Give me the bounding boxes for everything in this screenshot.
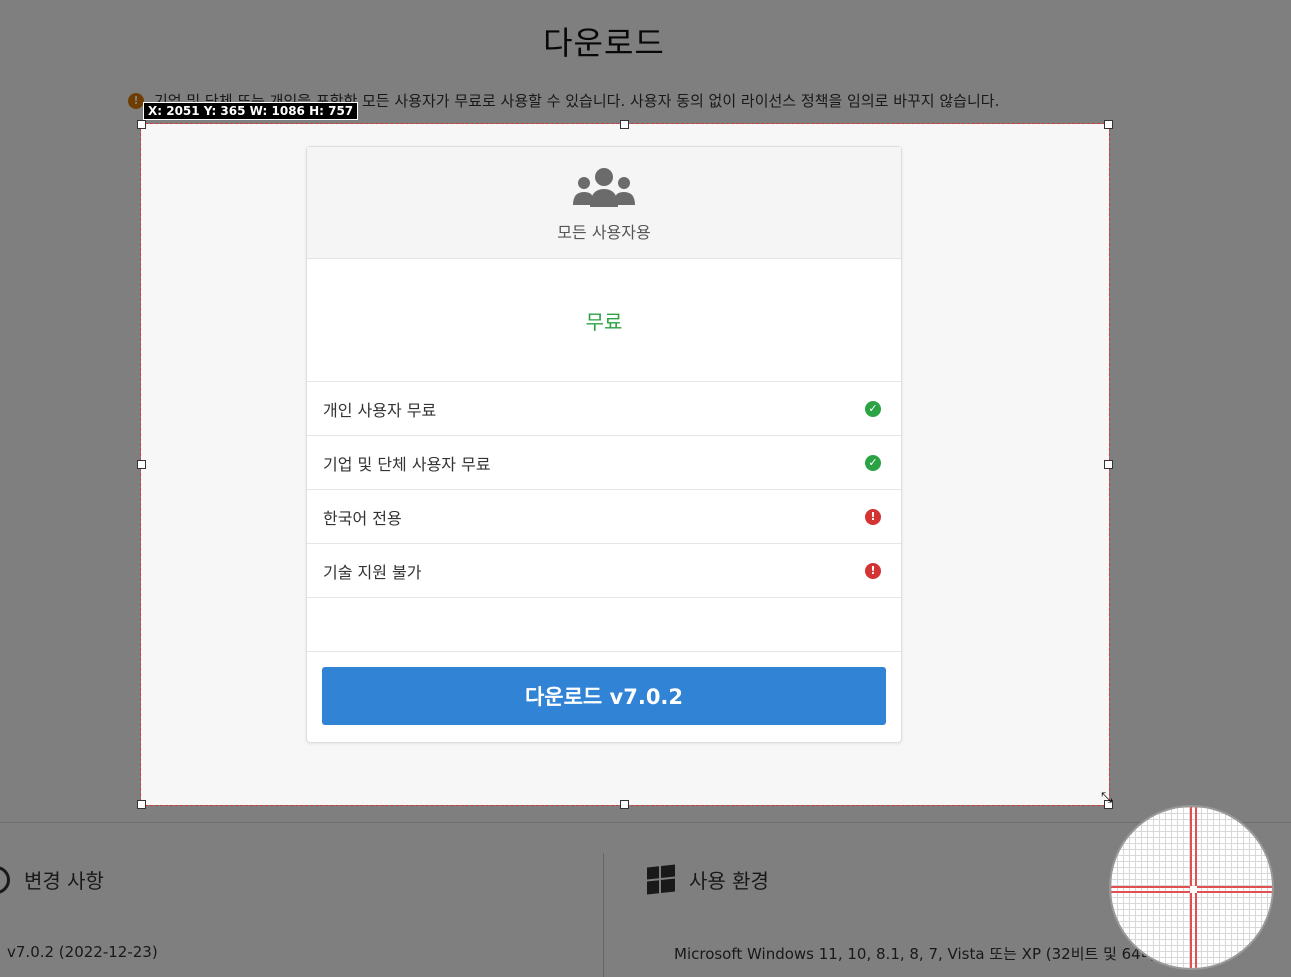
- exclamation-circle-icon: !: [865, 562, 881, 579]
- history-version[interactable]: v7.0.2 (2022-12-23): [7, 943, 158, 961]
- users-icon: [573, 168, 635, 207]
- capture-selection[interactable]: 모든 사용자용 무료 개인 사용자 무료 ✓ 기업 및 단체 사용자 무료 ✓ …: [140, 123, 1110, 806]
- environment-title: 사용 환경: [647, 864, 769, 895]
- price-label: 무료: [585, 309, 623, 334]
- history-title-label: 변경 사항: [24, 869, 104, 893]
- feature-label: 기업 및 단체 사용자 무료: [323, 454, 491, 474]
- feature-label: 기술 지원 불가: [323, 562, 422, 582]
- exclamation-circle-icon: !: [865, 508, 881, 525]
- feature-label: 한국어 전용: [323, 508, 402, 528]
- feature-label: 개인 사용자 무료: [323, 400, 437, 420]
- feature-row: 한국어 전용 !: [307, 490, 901, 544]
- history-title: 변경 사항: [0, 865, 104, 894]
- environment-title-label: 사용 환경: [689, 869, 769, 893]
- warning-icon: !: [128, 92, 144, 109]
- check-circle-icon: ✓: [865, 400, 881, 417]
- resize-handle-top[interactable]: [620, 120, 629, 129]
- download-button-wrap: 다운로드 v7.0.2: [307, 652, 901, 725]
- resize-cursor-icon: ⤡: [1101, 790, 1113, 806]
- magnifier-center: [1190, 886, 1197, 893]
- download-button[interactable]: 다운로드 v7.0.2: [322, 667, 886, 725]
- feature-row: 개인 사용자 무료 ✓: [307, 382, 901, 436]
- selection-size-readout: X: 2051 Y: 365 W: 1086 H: 757: [143, 102, 359, 120]
- page-title: 다운로드: [543, 24, 665, 62]
- empty-row: [307, 598, 901, 652]
- download-card: 모든 사용자용 무료 개인 사용자 무료 ✓ 기업 및 단체 사용자 무료 ✓ …: [306, 146, 902, 743]
- environment-value: Microsoft Windows 11, 10, 8.1, 8, 7, Vis…: [674, 945, 1169, 963]
- resize-handle-right[interactable]: [1104, 460, 1113, 469]
- resize-handle-top-right[interactable]: [1104, 120, 1113, 129]
- windows-icon: [647, 864, 675, 895]
- bottom-divider: [603, 853, 604, 977]
- check-circle-icon: ✓: [865, 454, 881, 471]
- magnifier-loupe: [1109, 805, 1274, 970]
- price-section: 무료: [307, 259, 901, 382]
- feature-row: 기업 및 단체 사용자 무료 ✓: [307, 436, 901, 490]
- resize-handle-left[interactable]: [137, 460, 146, 469]
- clock-icon: [0, 865, 10, 894]
- resize-handle-bottom[interactable]: [620, 800, 629, 809]
- resize-handle-bottom-left[interactable]: [137, 800, 146, 809]
- bottom-info: 변경 사항 v7.0.2 (2022-12-23) 사용 환경 Microsof…: [0, 822, 1291, 977]
- card-header: 모든 사용자용: [307, 147, 901, 259]
- audience-label: 모든 사용자용: [557, 223, 651, 242]
- resize-handle-top-left[interactable]: [137, 120, 146, 129]
- feature-row: 기술 지원 불가 !: [307, 544, 901, 598]
